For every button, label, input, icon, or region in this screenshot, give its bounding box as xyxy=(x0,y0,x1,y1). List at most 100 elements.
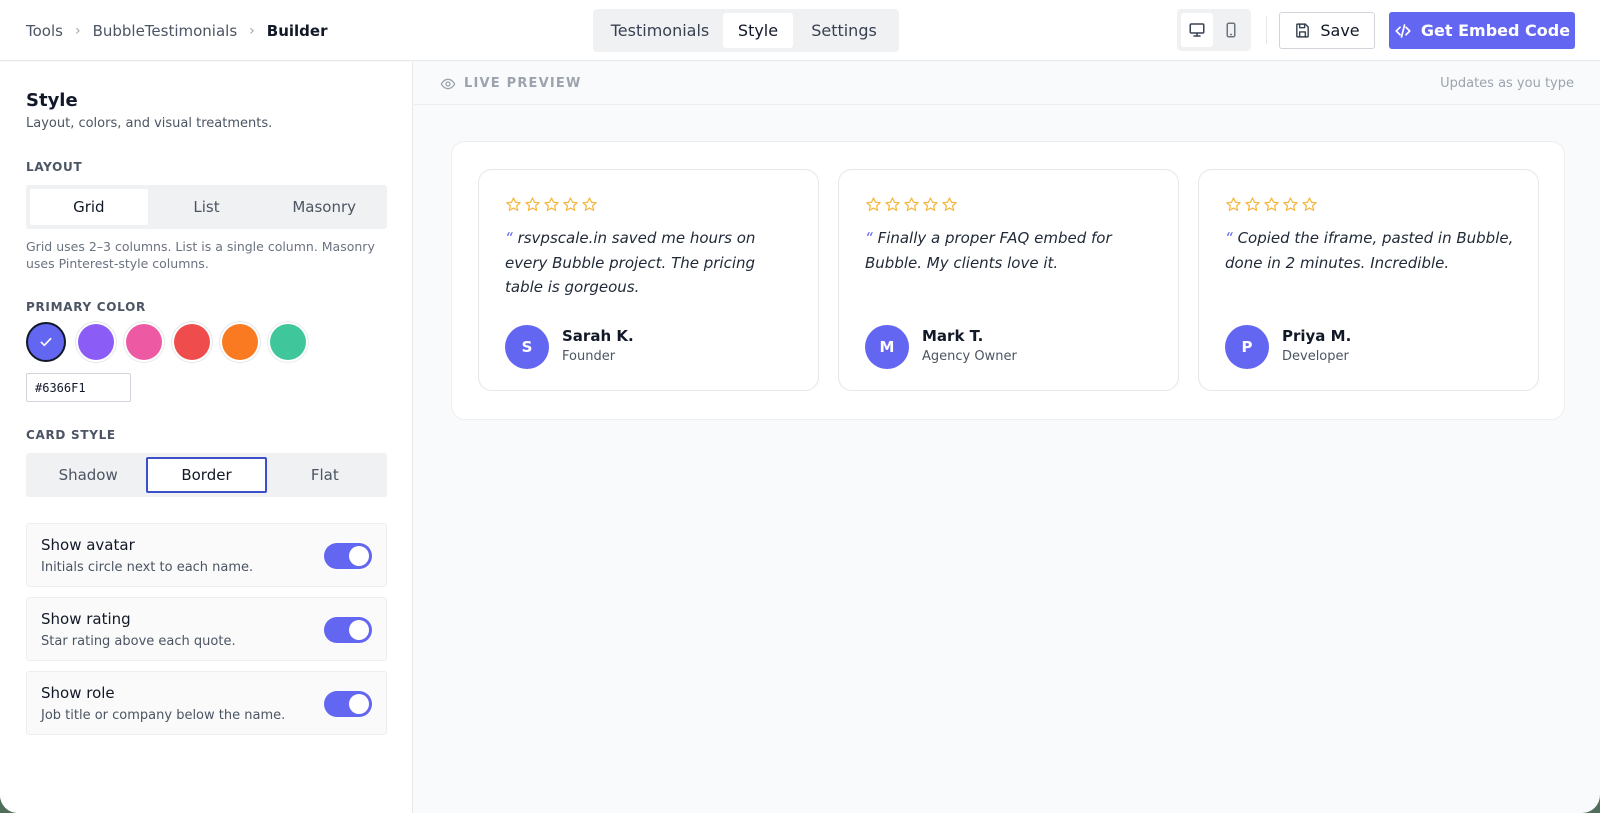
breadcrumb-app[interactable]: BubbleTestimonials xyxy=(93,22,238,40)
star-icon xyxy=(1225,196,1242,217)
star-icon xyxy=(524,196,541,217)
divider xyxy=(1266,16,1267,44)
testimonial-quote: “ Finally a proper FAQ embed for Bubble.… xyxy=(865,226,1155,275)
author-role: Agency Owner xyxy=(922,349,1017,364)
live-preview-label: LIVE PREVIEW xyxy=(440,62,582,105)
testimonial-card: “ Copied the iframe, pasted in Bubble, d… xyxy=(1198,169,1539,391)
toggle-label: Show rating xyxy=(41,610,131,628)
save-label: Save xyxy=(1320,21,1360,40)
breadcrumb-current: Builder xyxy=(266,21,328,40)
toggle-description: Initials circle next to each name. xyxy=(41,560,254,575)
toggle-knob xyxy=(349,620,369,640)
preview-widget: “ rsvpscale.in saved me hours on every B… xyxy=(451,141,1565,420)
toggle-description: Star rating above each quote. xyxy=(41,634,236,649)
star-icon xyxy=(884,196,901,217)
toggle-knob xyxy=(349,694,369,714)
save-button[interactable]: Save xyxy=(1279,12,1375,49)
testimonial-card: “ Finally a proper FAQ embed for Bubble.… xyxy=(838,169,1179,391)
layout-section-label: LAYOUT xyxy=(26,160,83,174)
quote-text: Finally a proper FAQ embed for Bubble. M… xyxy=(865,229,1112,272)
style-sidebar: Style Layout, colors, and visual treatme… xyxy=(0,62,413,813)
get-embed-code-button[interactable]: Get Embed Code xyxy=(1389,12,1575,49)
show-role-toggle[interactable] xyxy=(324,691,372,717)
check-icon xyxy=(40,337,52,347)
star-rating xyxy=(505,196,598,217)
monitor-icon xyxy=(1189,23,1205,37)
toggle-row-show-rating: Show rating Star rating above each quote… xyxy=(26,597,387,661)
testimonial-quote: “ Copied the iframe, pasted in Bubble, d… xyxy=(1225,226,1515,275)
breadcrumb-tools[interactable]: Tools xyxy=(26,22,63,40)
star-icon xyxy=(941,196,958,217)
preview-header: LIVE PREVIEW Updates as you type xyxy=(414,62,1600,105)
hex-color-input[interactable] xyxy=(26,373,131,402)
author-name: Mark T. xyxy=(922,327,984,345)
color-swatch-green[interactable] xyxy=(270,324,306,360)
toggle-row-show-role: Show role Job title or company below the… xyxy=(26,671,387,735)
card-style-option-border[interactable]: Border xyxy=(146,457,267,493)
quote-text: rsvpscale.in saved me hours on every Bub… xyxy=(505,229,756,296)
star-icon xyxy=(1263,196,1280,217)
color-swatches xyxy=(26,322,306,362)
breadcrumb: Tools › BubbleTestimonials › Builder xyxy=(26,0,327,61)
color-swatch-pink[interactable] xyxy=(126,324,162,360)
star-icon xyxy=(581,196,598,217)
top-bar: Tools › BubbleTestimonials › Builder Tes… xyxy=(0,0,1600,61)
star-icon xyxy=(1244,196,1261,217)
live-preview-text: LIVE PREVIEW xyxy=(464,76,582,91)
desktop-view-button[interactable] xyxy=(1181,13,1213,47)
star-icon xyxy=(1282,196,1299,217)
author-name: Priya M. xyxy=(1282,327,1352,345)
layout-option-grid[interactable]: Grid xyxy=(30,189,148,225)
star-icon xyxy=(1301,196,1318,217)
toggle-label: Show avatar xyxy=(41,536,135,554)
show-avatar-toggle[interactable] xyxy=(324,543,372,569)
code-icon xyxy=(1395,23,1411,38)
star-icon xyxy=(922,196,939,217)
toggle-row-show-avatar: Show avatar Initials circle next to each… xyxy=(26,523,387,587)
chevron-right-icon: › xyxy=(74,22,81,39)
card-style-option-flat[interactable]: Flat xyxy=(267,457,383,493)
card-style-selector: Shadow Border Flat xyxy=(26,453,387,497)
sidebar-title: Style xyxy=(26,90,78,111)
color-swatch-purple[interactable] xyxy=(78,324,114,360)
quote-mark: “ xyxy=(505,229,513,247)
toggle-label: Show role xyxy=(41,684,115,702)
color-swatch-indigo[interactable] xyxy=(26,322,66,362)
tab-style[interactable]: Style xyxy=(723,13,793,48)
author-role: Developer xyxy=(1282,349,1349,364)
device-switcher xyxy=(1177,9,1251,51)
star-icon xyxy=(543,196,560,217)
star-icon xyxy=(505,196,522,217)
author-role: Founder xyxy=(562,349,616,364)
save-icon xyxy=(1296,23,1310,38)
card-style-option-shadow[interactable]: Shadow xyxy=(30,457,146,493)
avatar: S xyxy=(505,325,549,369)
tab-testimonials[interactable]: Testimonials xyxy=(597,13,723,48)
star-icon xyxy=(562,196,579,217)
avatar: M xyxy=(865,325,909,369)
layout-option-masonry[interactable]: Masonry xyxy=(265,189,383,225)
toggle-description: Job title or company below the name. xyxy=(41,708,286,723)
testimonial-card: “ rsvpscale.in saved me hours on every B… xyxy=(478,169,819,391)
embed-label: Get Embed Code xyxy=(1420,21,1571,40)
primary-color-section-label: PRIMARY COLOR xyxy=(26,300,146,314)
mobile-view-button[interactable] xyxy=(1215,13,1247,47)
updates-note: Updates as you type xyxy=(1440,76,1574,91)
author-name: Sarah K. xyxy=(562,327,634,345)
eye-icon xyxy=(440,78,456,89)
main-tabs: Testimonials Style Settings xyxy=(593,9,899,52)
quote-mark: “ xyxy=(865,229,873,247)
tab-settings[interactable]: Settings xyxy=(793,13,895,48)
color-swatch-orange[interactable] xyxy=(222,324,258,360)
sidebar-subtitle: Layout, colors, and visual treatments. xyxy=(26,116,273,131)
quote-text: Copied the iframe, pasted in Bubble, don… xyxy=(1225,229,1514,272)
star-icon xyxy=(865,196,882,217)
toggle-knob xyxy=(349,546,369,566)
card-style-section-label: CARD STYLE xyxy=(26,428,116,442)
show-rating-toggle[interactable] xyxy=(324,617,372,643)
chevron-right-icon: › xyxy=(249,22,255,39)
layout-option-list[interactable]: List xyxy=(148,189,266,225)
color-swatch-red[interactable] xyxy=(174,324,210,360)
quote-mark: “ xyxy=(1225,229,1233,247)
layout-help-text: Grid uses 2–3 columns. List is a single … xyxy=(26,239,375,271)
